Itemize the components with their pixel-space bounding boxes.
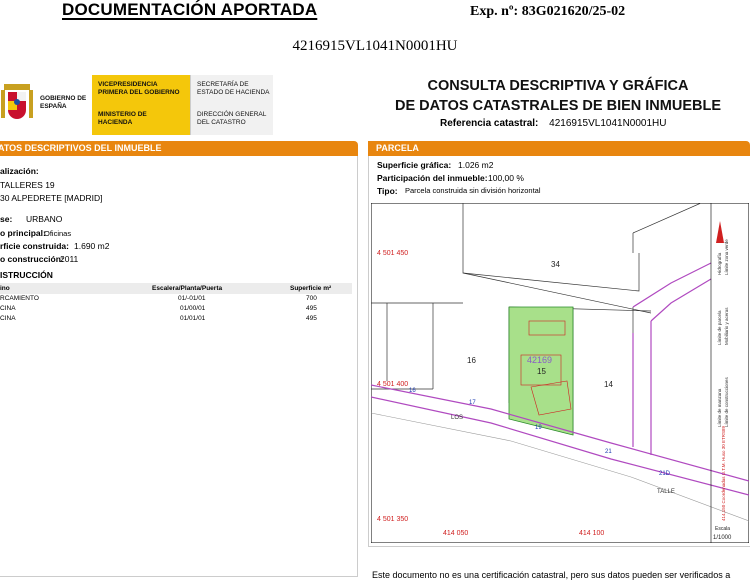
uso-value: Oficinas <box>44 229 72 238</box>
sup-grafica-label: Superficie gráfica: <box>377 160 452 170</box>
refcat-value: 4216915VL1041N0001HU <box>549 118 667 129</box>
legend-item: Hidrografía <box>717 252 722 275</box>
scale-value: 1/1000 <box>713 535 732 541</box>
street-number: 17 <box>469 400 476 406</box>
consulta-title-line2: DE DATOS CATASTRALES DE BIEN INMUEBLE <box>395 98 721 114</box>
parcel-number: 15 <box>537 367 546 376</box>
table-cell: 01/01/01 <box>180 315 206 322</box>
col-destino: ino <box>0 285 10 292</box>
coord-label: 4 501 450 <box>377 250 408 257</box>
vicepresidencia-block: VICEPRESIDENCIA PRIMERA DEL GOBIERNO MIN… <box>92 75 190 135</box>
table-cell: 01/00/01 <box>180 305 206 312</box>
clase-label: se: <box>0 214 13 224</box>
coord-label: 4 501 350 <box>377 516 408 523</box>
legend-item: Límite de construcciones <box>724 376 729 427</box>
legend-item: 414,150 Coordenadas U.T.M. Huso 30 ETRS8… <box>721 425 726 521</box>
col-escalera: Escalera/Planta/Puerta <box>152 285 223 292</box>
direccion-label: DIRECCIÓN GENERAL DEL CATASTRO <box>197 111 267 126</box>
sup-grafica-value: 1.026 m2 <box>458 160 494 170</box>
section-title-right: PARCELA <box>376 143 419 153</box>
gobierno-label: GOBIERNO DE ESPAÑA <box>40 95 87 110</box>
coord-label: 4 501 400 <box>377 381 408 388</box>
table-cell: 01/-01/01 <box>178 295 206 302</box>
datos-descriptivos-header: ATOS DESCRIPTIVOS DEL INMUEBLE <box>0 141 358 156</box>
secretaria-label: SECRETARÍA DE ESTADO DE HACIENDA <box>197 81 270 96</box>
street-number: 19 <box>535 425 542 431</box>
expediente-number: Exp. nº: 83G021620/25-02 <box>470 4 626 19</box>
ministerio-label: MINISTERIO DE HACIENDA <box>98 111 147 126</box>
parcel-number: 16 <box>467 356 476 365</box>
col-superficie: Superficie m² <box>290 285 332 292</box>
referencia-catastral: Referencia catastral: 4216915VL1041N0001… <box>440 118 667 129</box>
legend-item: Mobiliario y aceras <box>724 307 729 345</box>
footer-note: Este documento no es una certificación c… <box>372 570 731 580</box>
table-cell: 495 <box>306 315 317 322</box>
participacion-value: 100,00 % <box>488 173 524 183</box>
scale-label: Escala <box>715 526 730 532</box>
secretaria-block: SECRETARÍA DE ESTADO DE HACIENDA DIRECCI… <box>190 75 273 135</box>
participacion-label: Participación del inmueble: <box>377 173 488 183</box>
tipo-value: Parcela construida sin división horizont… <box>405 186 541 195</box>
parcel-number: 14 <box>604 380 613 389</box>
section-title-left: ATOS DESCRIPTIVOS DEL INMUEBLE <box>0 143 162 153</box>
table-row: CINA <box>0 305 16 312</box>
address-line2: 30 ALPEDRETE [MADRID] <box>0 193 103 203</box>
table-row: RCAMIENTO <box>0 295 39 302</box>
consulta-title: CONSULTA DESCRIPTIVA Y GRÁFICA DE DATOS … <box>366 76 750 116</box>
coat-of-arms-icon <box>1 84 33 119</box>
street-number: 21 <box>605 449 612 455</box>
address-line1: TALLERES 19 <box>0 180 55 190</box>
anio-label: o construcción: <box>0 254 64 264</box>
legend-item: Límite de manzana <box>717 388 722 427</box>
street-number: 21D <box>659 471 671 477</box>
construccion-title: ISTRUCCIÓN <box>0 270 53 280</box>
cadastral-map: 4 501 450 4 501 400 4 501 350 414 050 41… <box>371 203 749 543</box>
parcel-number: 34 <box>551 260 560 269</box>
parcela-header: PARCELA <box>368 141 750 156</box>
reference-code: 4216915VL1041N0001HU <box>292 38 458 54</box>
coord-label: 414 050 <box>443 530 468 537</box>
street-name: TALLE <box>657 489 675 495</box>
legend-item: Límite zona verde <box>724 239 729 275</box>
superficie-value: 1.690 m2 <box>74 241 110 251</box>
document-title: DOCUMENTACIÓN APORTADA <box>62 0 318 19</box>
street-number: 16 <box>409 388 416 394</box>
coord-label: 414 100 <box>579 530 604 537</box>
refcat-label: Referencia catastral: <box>440 118 539 129</box>
localizacion-label: alización: <box>0 166 39 176</box>
clase-value: URBANO <box>26 214 63 224</box>
uso-label: o principal: <box>0 228 46 238</box>
vicepresidencia-label: VICEPRESIDENCIA PRIMERA DEL GOBIERNO <box>98 81 180 96</box>
tipo-label: Tipo: <box>377 186 398 196</box>
table-cell: 700 <box>306 295 317 302</box>
parcel-ref-label: 42169 <box>527 355 552 365</box>
consulta-title-line1: CONSULTA DESCRIPTIVA Y GRÁFICA <box>427 78 689 94</box>
table-cell: 495 <box>306 305 317 312</box>
superficie-label: rficie construida: <box>0 241 69 251</box>
anio-value: 2011 <box>60 254 79 264</box>
legend-item: Límite de parcela <box>717 310 722 345</box>
street-name: LOS <box>451 415 463 421</box>
table-row: CINA <box>0 315 16 322</box>
